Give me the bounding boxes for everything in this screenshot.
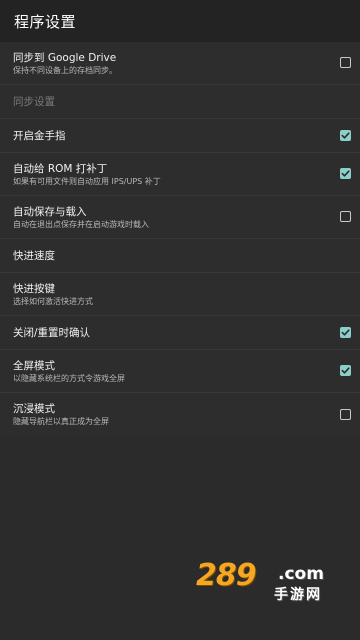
setting-subtitle: 如果有可用文件则自动应用 IPS/UPS 补丁 xyxy=(13,176,161,186)
setting-title: 自动保存与载入 xyxy=(13,205,87,218)
settings-screen: 程序设置 同步到 Google Drive 保持不同设备上的存档同步。 同步设置… xyxy=(0,0,360,640)
immersive-mode-checkbox[interactable] xyxy=(340,408,351,420)
setting-auto-save-load[interactable]: 自动保存与载入 自动在退出点保存并在启动游戏时载入 xyxy=(0,196,360,239)
check-icon xyxy=(341,367,350,374)
watermark-domain: .com xyxy=(278,564,324,584)
check-icon xyxy=(341,131,350,139)
watermark-site-name: 手游网 xyxy=(274,587,322,603)
setting-confirm-close-reset[interactable]: 关闭/重置时确认 xyxy=(0,316,360,350)
setting-title: 自动给 ROM 打补丁 xyxy=(13,162,108,175)
auto-patch-checkbox[interactable] xyxy=(340,168,351,179)
setting-google-drive-sync[interactable]: 同步到 Google Drive 保持不同设备上的存档同步。 xyxy=(0,42,360,85)
google-drive-sync-checkbox[interactable] xyxy=(340,57,351,68)
setting-title: 关闭/重置时确认 xyxy=(13,326,91,339)
setting-title: 沉浸模式 xyxy=(13,403,55,415)
setting-subtitle: 以隐藏系统栏的方式令游戏全屏 xyxy=(13,373,125,383)
section-header-sync: 同步设置 xyxy=(0,85,360,119)
setting-title: 开启金手指 xyxy=(13,129,66,142)
setting-title: 全屏模式 xyxy=(13,359,55,372)
app-bar: 程序设置 xyxy=(0,0,360,42)
section-header-label: 同步设置 xyxy=(13,95,55,108)
check-icon xyxy=(341,328,350,336)
setting-fast-forward-speed[interactable]: 快进速度 xyxy=(0,239,360,273)
fullscreen-checkbox[interactable] xyxy=(340,365,351,376)
setting-title: 同步到 Google Drive xyxy=(13,51,117,64)
setting-auto-patch-rom[interactable]: 自动给 ROM 打补丁 如果有可用文件则自动应用 IPS/UPS 补丁 xyxy=(0,153,360,196)
confirm-close-checkbox[interactable] xyxy=(340,326,351,338)
check-icon xyxy=(341,170,350,177)
auto-save-checkbox[interactable] xyxy=(340,211,351,222)
setting-title: 快进按键 xyxy=(13,282,55,295)
setting-subtitle: 保持不同设备上的存档同步。 xyxy=(13,65,117,75)
setting-fast-forward-key[interactable]: 快进按键 选择如何激活快进方式 xyxy=(0,273,360,316)
settings-list: 同步到 Google Drive 保持不同设备上的存档同步。 同步设置 开启金手… xyxy=(0,42,360,436)
setting-subtitle: 自动在退出点保存并在启动游戏时载入 xyxy=(13,219,149,229)
setting-subtitle: 隐藏导航栏以真正成为全屏 xyxy=(13,417,109,426)
setting-cheats[interactable]: 开启金手指 xyxy=(0,119,360,153)
cheats-checkbox[interactable] xyxy=(340,129,351,141)
watermark-number: 289 xyxy=(196,558,257,593)
site-watermark-logo: 289 .com 手游网 xyxy=(196,558,346,604)
setting-immersive-mode[interactable]: 沉浸模式 隐藏导航栏以真正成为全屏 xyxy=(0,393,360,436)
setting-title: 快进速度 xyxy=(13,249,55,262)
setting-subtitle: 选择如何激活快进方式 xyxy=(13,296,93,306)
setting-fullscreen[interactable]: 全屏模式 以隐藏系统栏的方式令游戏全屏 xyxy=(0,350,360,393)
page-title: 程序设置 xyxy=(14,12,77,31)
